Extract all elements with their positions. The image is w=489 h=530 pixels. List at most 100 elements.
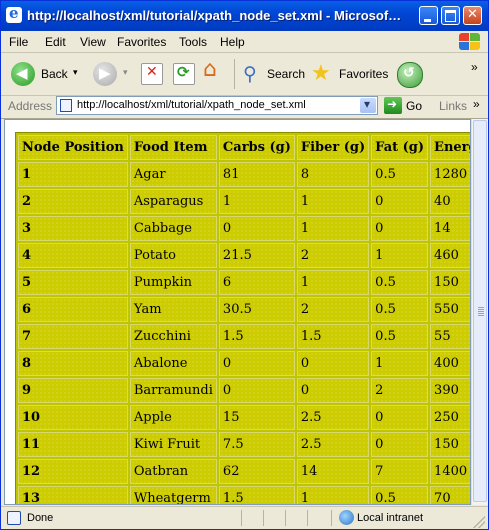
table-cell: 55 [430,324,470,349]
table-cell: Pumpkin [129,270,217,295]
table-row: 5 Pumpkin 6 1 0.5 150 [18,270,470,295]
column-header: Carbs (g) [218,135,295,160]
table-cell: 7 [18,324,128,349]
table-cell: 1 [218,189,295,214]
table-row: 3 Cabbage 0 1 0 14 [18,216,470,241]
column-header: Fiber (g) [296,135,370,160]
address-dropdown-icon[interactable] [360,97,376,113]
table-cell: 8 [296,162,370,187]
table-cell: 1 [18,162,128,187]
table-cell: Potato [129,243,217,268]
table-cell: Asparagus [129,189,217,214]
table-row: 11 Kiwi Fruit 7.5 2.5 0 150 [18,432,470,457]
table-cell: 550 [430,297,470,322]
table-cell: 0.5 [371,324,429,349]
table-row: 12 Oatbran 62 14 7 1400 [18,459,470,484]
table-cell: 7 [371,459,429,484]
windows-logo-icon [457,32,483,51]
address-input[interactable]: http://localhost/xml/tutorial/xpath_node… [56,96,378,115]
toolbar-more-chevron-icon[interactable]: » [471,60,478,74]
table-cell: 14 [296,459,370,484]
menu-file[interactable]: File [9,35,28,49]
table-cell: 0.5 [371,486,429,504]
column-header: Node Position [18,135,128,160]
ie-icon [6,4,22,23]
table-cell: 2.5 [296,432,370,457]
favorites-label: Favorites [339,67,389,81]
table-cell: 0.5 [371,297,429,322]
table-cell: 0.5 [371,270,429,295]
table-cell: 2.5 [296,405,370,430]
toolbar: ◀ Back ▾ ▶ ▾ ✕ ⟳ ⌂ ⚲ Search ★ Favorites … [1,53,488,96]
stop-icon[interactable]: ✕ [141,63,163,85]
menu-favorites[interactable]: Favorites [117,35,166,49]
table-cell: 1.5 [218,324,295,349]
table-cell: Zucchini [129,324,217,349]
home-icon[interactable]: ⌂ [203,57,227,83]
table-cell: 2 [296,297,370,322]
close-button[interactable] [463,6,482,25]
vertical-scrollbar[interactable] [471,119,488,505]
column-header: Fat (g) [371,135,429,160]
table-cell: 13 [18,486,128,504]
refresh-icon[interactable]: ⟳ [173,63,195,85]
title-bar[interactable]: http://localhost/xml/tutorial/xpath_node… [1,1,488,31]
table-cell: 250 [430,405,470,430]
back-dropdown-icon[interactable]: ▾ [73,67,78,78]
table-cell: 0 [218,216,295,241]
table-cell: 2 [371,378,429,403]
favorites-star-icon: ★ [311,61,331,86]
search-button[interactable]: ⚲ Search [241,57,306,91]
table-cell: Yam [129,297,217,322]
menu-edit[interactable]: Edit [45,35,66,49]
links-chevron-icon[interactable]: » [473,97,480,111]
table-cell: 81 [218,162,295,187]
window-title: http://localhost/xml/tutorial/xpath_node… [27,8,402,23]
page-content: Node Position Food Item Carbs (g) Fiber (g)… [4,119,471,505]
table-cell: 0.5 [371,162,429,187]
search-label: Search [267,67,306,81]
forward-dropdown-icon[interactable]: ▾ [123,67,128,78]
maximize-button[interactable] [441,6,460,25]
minimize-button[interactable] [419,6,438,25]
menu-view[interactable]: View [80,35,106,49]
address-url: http://localhost/xml/tutorial/xpath_node… [77,99,306,111]
links-button[interactable]: Links [439,99,467,113]
table-cell: 8 [18,351,128,376]
table-cell: 1 [371,243,429,268]
page-icon [60,99,72,112]
go-button[interactable]: Go [406,99,422,113]
table-cell: 1.5 [218,486,295,504]
go-arrow-icon[interactable] [384,97,402,114]
table-cell: 62 [218,459,295,484]
toolbar-separator [234,59,235,89]
table-cell: 4 [18,243,128,268]
address-bar: Address http://localhost/xml/tutorial/xp… [1,95,488,119]
table-cell: 0 [296,378,370,403]
menu-help[interactable]: Help [220,35,245,49]
table-cell: 150 [430,432,470,457]
table-cell: 1 [371,351,429,376]
table-cell: 40 [430,189,470,214]
table-cell: 1.5 [296,324,370,349]
table-cell: 21.5 [218,243,295,268]
table-row: 9 Barramundi 0 0 2 390 [18,378,470,403]
table-header-row: Node Position Food Item Carbs (g) Fiber (g)… [18,135,470,160]
back-button[interactable]: ◀ Back ▾ [5,57,85,91]
table-row: 1 Agar 81 8 0.5 1280 [18,162,470,187]
menu-bar: File Edit View Favorites Tools Help [1,31,488,53]
table-cell: 70 [430,486,470,504]
scrollbar-thumb[interactable] [473,120,487,502]
table-cell: 1 [296,486,370,504]
table-cell: Barramundi [129,378,217,403]
favorites-button[interactable]: ★ Favorites [309,57,389,91]
table-cell: 12 [18,459,128,484]
back-arrow-icon: ◀ [11,62,35,86]
menu-tools[interactable]: Tools [179,35,207,49]
forward-arrow-icon[interactable]: ▶ [93,62,117,86]
table-cell: 6 [18,297,128,322]
resize-grip-icon[interactable] [473,516,485,528]
table-cell: 15 [218,405,295,430]
history-icon[interactable]: ↺ [397,62,423,88]
table-cell: 7.5 [218,432,295,457]
